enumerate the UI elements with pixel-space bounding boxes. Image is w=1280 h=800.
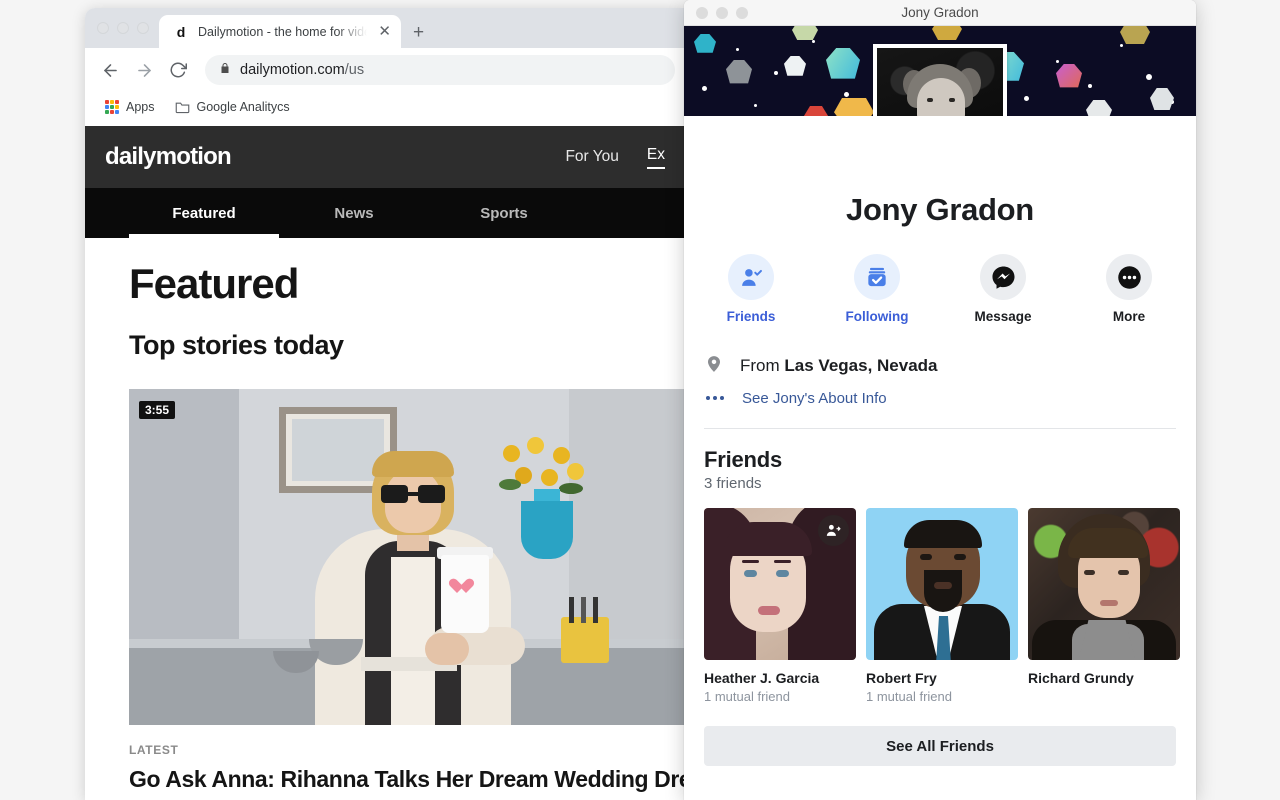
friends-grid: Heather J. Garcia 1 mutual friend Robert… — [704, 508, 1180, 704]
url-text: dailymotion.com/us — [240, 62, 364, 78]
message-label: Message — [974, 309, 1032, 324]
bookmarks-bar: Apps Google Analitycs — [85, 92, 685, 122]
friend-photo[interactable] — [1028, 508, 1180, 660]
dailymotion-nav: For You Ex — [565, 146, 665, 169]
messenger-icon — [980, 254, 1026, 300]
friends-heading: Friends — [704, 447, 783, 472]
url-path: /us — [344, 62, 365, 78]
friend-card[interactable]: Richard Grundy — [1028, 508, 1180, 704]
friend-name[interactable]: Heather J. Garcia — [704, 670, 856, 686]
lock-icon — [219, 61, 231, 80]
facebook-profile-content: Jony Gradon Friends Following Message Mo… — [684, 26, 1196, 800]
facebook-title-bar: Jony Gradon — [684, 0, 1196, 26]
see-all-friends-button[interactable]: See All Friends — [704, 726, 1176, 766]
bookmark-analitycs-label: Google Analitycs — [196, 100, 290, 114]
dailymotion-logo[interactable]: dailymotion — [105, 143, 232, 171]
section-title: Top stories today — [129, 330, 344, 360]
maximize-window-button[interactable] — [137, 22, 149, 34]
location-pin-icon — [704, 352, 724, 381]
facebook-window-title: Jony Gradon — [901, 5, 979, 20]
friends-count: 3 friends — [704, 475, 762, 492]
close-tab-icon[interactable]: ✕ — [378, 24, 391, 39]
browser-window: d Dailymotion - the home for vide ✕ + da… — [85, 8, 685, 800]
new-tab-button[interactable]: + — [401, 23, 436, 42]
minimize-window-button[interactable] — [117, 22, 129, 34]
url-domain: dailymotion.com — [240, 62, 345, 78]
browser-window-controls[interactable] — [93, 8, 159, 48]
latest-article-title[interactable]: Go Ask Anna: Rihanna Talks Her Dream Wed… — [129, 766, 685, 793]
about-link[interactable]: See Jony's About Info — [742, 390, 887, 407]
screen: d Dailymotion - the home for vide ✕ + da… — [0, 0, 1280, 800]
cover-photo[interactable] — [684, 26, 1196, 116]
profile-actions: Friends Following Message More — [684, 254, 1196, 324]
following-check-icon — [854, 254, 900, 300]
nav-item-explore[interactable]: Ex — [646, 146, 665, 169]
latest-label: LATEST — [129, 743, 179, 757]
forward-arrow-icon[interactable] — [129, 55, 159, 85]
following-label: Following — [845, 309, 909, 324]
avatar-image — [877, 48, 1003, 116]
friend-mutual: 1 mutual friend — [704, 689, 790, 704]
about-row[interactable]: See Jony's About Info — [704, 382, 1176, 414]
video-duration-badge: 3:55 — [139, 401, 176, 419]
more-button[interactable]: More — [1096, 254, 1162, 324]
back-arrow-icon[interactable] — [95, 55, 125, 85]
page-title: Featured — [129, 260, 299, 307]
subnav-item-featured[interactable]: Featured — [129, 188, 279, 238]
folder-icon — [175, 101, 190, 114]
location-text: From Las Vegas, Nevada — [740, 356, 938, 376]
address-bar[interactable]: dailymotion.com/us — [205, 55, 675, 85]
location-value: Las Vegas, Nevada — [784, 356, 938, 375]
profile-info: From Las Vegas, Nevada See Jony's About … — [684, 350, 1196, 429]
reload-icon[interactable] — [163, 55, 193, 85]
friends-button[interactable]: Friends — [718, 254, 784, 324]
avatar[interactable] — [873, 44, 1007, 116]
tab-title: Dailymotion - the home for vide — [198, 24, 368, 39]
section-divider — [704, 428, 1176, 429]
more-dots-icon — [1106, 254, 1152, 300]
ellipsis-icon — [704, 396, 726, 400]
bookmark-apps[interactable]: Apps — [99, 97, 161, 117]
from-prefix: From — [740, 356, 780, 375]
bookmark-apps-label: Apps — [126, 100, 155, 114]
add-friend-icon[interactable] — [818, 515, 849, 546]
location-row: From Las Vegas, Nevada — [704, 350, 1176, 382]
friend-mutual: 1 mutual friend — [866, 689, 952, 704]
dailymotion-subnav: Featured News Sports — [85, 188, 685, 238]
browser-tab-dailymotion[interactable]: d Dailymotion - the home for vide ✕ — [159, 15, 401, 48]
nav-item-for-you[interactable]: For You — [565, 148, 618, 166]
friend-photo[interactable] — [866, 508, 1018, 660]
facebook-profile-window: Jony Gradon Jony Gradon Friends Followin… — [684, 0, 1196, 800]
profile-name: Jony Gradon — [846, 192, 1034, 227]
friends-section: Friends 3 friends Heather J. Garcia 1 mu… — [684, 447, 1196, 704]
apps-grid-icon — [105, 100, 119, 114]
friend-card[interactable]: Heather J. Garcia 1 mutual friend — [704, 508, 856, 704]
subnav-item-sports[interactable]: Sports — [429, 188, 579, 238]
friend-photo[interactable] — [704, 508, 856, 660]
dailymotion-content: Featured Top stories today 3:55 LATEST G… — [85, 238, 685, 793]
bookmark-google-analitycs[interactable]: Google Analitycs — [169, 97, 296, 117]
friends-label: Friends — [726, 309, 776, 324]
following-button[interactable]: Following — [844, 254, 910, 324]
friend-card[interactable]: Robert Fry 1 mutual friend — [866, 508, 1018, 704]
friend-name[interactable]: Robert Fry — [866, 670, 1018, 686]
browser-toolbar: dailymotion.com/us — [85, 48, 685, 92]
dailymotion-page: dailymotion For You Ex Featured News Spo… — [85, 126, 685, 800]
dailymotion-favicon: d — [176, 23, 186, 40]
subnav-item-news[interactable]: News — [279, 188, 429, 238]
video-thumbnail[interactable]: 3:55 — [129, 389, 685, 725]
browser-tab-strip: d Dailymotion - the home for vide ✕ + — [85, 8, 685, 48]
message-button[interactable]: Message — [970, 254, 1036, 324]
dailymotion-header: dailymotion For You Ex — [85, 126, 685, 188]
friends-check-icon — [728, 254, 774, 300]
friend-name[interactable]: Richard Grundy — [1028, 670, 1180, 686]
more-label: More — [1112, 309, 1146, 324]
close-window-button[interactable] — [97, 22, 109, 34]
